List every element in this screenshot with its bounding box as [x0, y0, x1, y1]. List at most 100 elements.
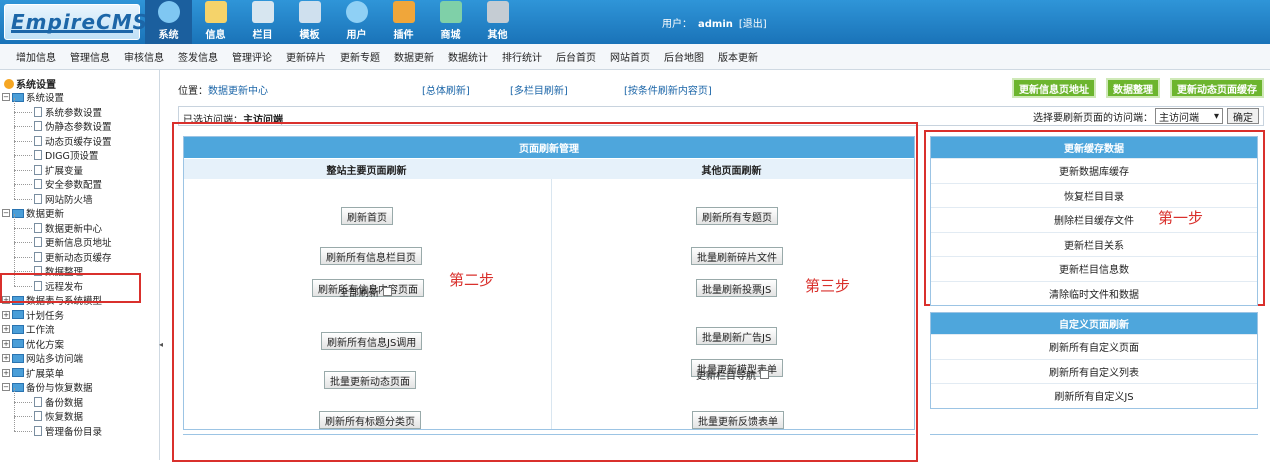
- action-link[interactable]: 刷新所有自定义列表: [931, 358, 1257, 384]
- quick-menu-item[interactable]: 增加信息: [16, 49, 56, 64]
- sidebar-link[interactable]: 恢复数据: [2, 402, 158, 424]
- action-link[interactable]: 恢复栏目目录: [931, 182, 1257, 208]
- folder-icon: [251, 1, 274, 23]
- sidebar-link[interactable]: 动态页缓存设置: [2, 126, 158, 149]
- expand-toggle-icon[interactable]: +: [2, 325, 10, 334]
- sidebar-link[interactable]: 网站防火墙: [2, 184, 158, 207]
- gear-icon: [486, 1, 509, 23]
- sidebar-folder[interactable]: + 工作流: [2, 322, 158, 337]
- nav-item-0[interactable]: 系统: [145, 0, 192, 44]
- document-icon: [34, 425, 42, 436]
- quick-menu-item[interactable]: 网站首页: [610, 49, 650, 64]
- shop-icon: [439, 1, 462, 23]
- chevron-down-icon: ▾: [1213, 110, 1219, 122]
- expand-toggle-icon[interactable]: −: [2, 383, 10, 392]
- edit-icon: [204, 1, 227, 23]
- refresh-button[interactable]: 批量刷新碎片文件: [691, 247, 783, 265]
- sidebar-link[interactable]: 系统参数设置: [2, 97, 158, 120]
- terminal-select[interactable]: 主访问端 ▾: [1155, 108, 1223, 124]
- nav-item-4[interactable]: 用户: [333, 0, 380, 44]
- refresh-all-checkbox[interactable]: 全部刷新: [339, 284, 392, 299]
- quick-menu-item[interactable]: 数据更新: [394, 49, 434, 64]
- folder-icon: [12, 324, 24, 334]
- refresh-button[interactable]: 刷新所有信息栏目页: [320, 247, 422, 265]
- action-link[interactable]: 更新数据库缓存: [931, 158, 1257, 183]
- breadcrumb-link[interactable]: 数据更新中心: [208, 86, 268, 97]
- quick-menu-item[interactable]: 管理评论: [232, 49, 272, 64]
- action-link[interactable]: 刷新所有自定义JS: [931, 383, 1257, 408]
- quick-menu-item[interactable]: 更新碎片: [286, 49, 326, 64]
- action-link[interactable]: 清除临时文件和数据: [931, 280, 1257, 306]
- quick-menu-item[interactable]: 审核信息: [124, 49, 164, 64]
- user-icon: [345, 1, 368, 23]
- action-link[interactable]: 删除栏目缓存文件: [931, 207, 1257, 232]
- sidebar-link[interactable]: 伪静态参数设置: [2, 112, 158, 134]
- nav-item-7[interactable]: 其他: [474, 0, 521, 44]
- multi-column-refresh-link[interactable]: [多栏目刷新]: [510, 82, 568, 97]
- sidebar-link[interactable]: 安全参数配置: [2, 170, 158, 192]
- expand-toggle-icon[interactable]: +: [2, 339, 10, 348]
- quick-menu-item[interactable]: 排行统计: [502, 49, 542, 64]
- nav-item-3[interactable]: 模板: [286, 0, 333, 44]
- refresh-button[interactable]: 批量刷新投票JS: [696, 279, 778, 297]
- update-column-nav-checkbox[interactable]: 更新栏目导航: [696, 367, 769, 382]
- quick-menu-item[interactable]: 后台首页: [556, 49, 596, 64]
- expand-toggle-icon[interactable]: +: [2, 310, 10, 319]
- expand-toggle-icon[interactable]: +: [2, 354, 10, 363]
- tools-icon: [392, 1, 415, 23]
- quick-menu-bar: 增加信息 管理信息 审核信息 签发信息 管理评论 更新碎片 更新专题 数据更新 数据统计 排行统计…: [0, 44, 1270, 70]
- sidebar-folder[interactable]: − 系统设置: [2, 90, 158, 105]
- expand-toggle-icon[interactable]: +: [2, 368, 10, 377]
- action-link[interactable]: 刷新所有自定义页面: [931, 334, 1257, 359]
- sidebar-folder[interactable]: − 数据更新: [2, 206, 158, 221]
- sidebar-folder[interactable]: + 扩展菜单: [2, 366, 158, 381]
- sidebar-link[interactable]: 管理备份目录: [2, 416, 158, 439]
- document-icon: [34, 222, 42, 233]
- update-info-url-button[interactable]: 更新信息页地址: [1012, 78, 1096, 98]
- action-link[interactable]: 更新栏目关系: [931, 231, 1257, 257]
- quick-menu-item[interactable]: 数据统计: [448, 49, 488, 64]
- sidebar-link[interactable]: 备份数据: [2, 387, 158, 410]
- refresh-button[interactable]: 批量刷新广告JS: [696, 327, 778, 345]
- data-cleanup-button[interactable]: 数据整理: [1106, 78, 1160, 98]
- sidebar-folder[interactable]: + 优化方案: [2, 337, 158, 352]
- update-dynamic-cache-button[interactable]: 更新动态页面缓存: [1170, 78, 1264, 98]
- document-icon: [34, 237, 42, 248]
- collapse-sidebar-icon[interactable]: ◂: [159, 340, 163, 349]
- confirm-button[interactable]: 确定: [1227, 108, 1259, 124]
- nav-item-6[interactable]: 商城: [427, 0, 474, 44]
- quick-menu-item[interactable]: 后台地图: [664, 49, 704, 64]
- conditional-refresh-link[interactable]: [按条件刷新内容页]: [624, 82, 712, 97]
- sidebar-link[interactable]: 数据更新中心: [2, 213, 158, 236]
- sidebar-link[interactable]: 扩展变量: [2, 155, 158, 178]
- refresh-button[interactable]: 刷新所有信息JS调用: [321, 332, 423, 350]
- nav-item-2[interactable]: 栏目: [239, 0, 286, 44]
- refresh-button[interactable]: 刷新所有专题页: [696, 207, 778, 225]
- refresh-button[interactable]: 刷新首页: [341, 207, 393, 225]
- quick-menu-item[interactable]: 签发信息: [178, 49, 218, 64]
- document-icon: [34, 135, 42, 146]
- sidebar-folder[interactable]: + 计划任务: [2, 308, 158, 323]
- nav-item-1[interactable]: 信息: [192, 0, 239, 44]
- expand-toggle-icon[interactable]: −: [2, 209, 10, 218]
- document-icon: [34, 179, 42, 190]
- nav-item-5[interactable]: 插件: [380, 0, 427, 44]
- user-label: 用户：: [662, 19, 692, 30]
- expand-toggle-icon[interactable]: −: [2, 93, 10, 102]
- logout-link[interactable]: [退出]: [739, 19, 767, 30]
- cache-update-box: 更新缓存数据 更新数据库缓存 恢复栏目目录 删除栏目缓存文件 更新栏目关系 更新栏目信息…: [930, 136, 1258, 306]
- quick-menu-item[interactable]: 管理信息: [70, 49, 110, 64]
- sidebar-link[interactable]: DIGG顶设置: [2, 141, 158, 163]
- refresh-button[interactable]: 刷新所有标题分类页: [319, 411, 421, 429]
- quick-menu-item[interactable]: 更新专题: [340, 49, 380, 64]
- quick-menu-item[interactable]: 版本更新: [718, 49, 758, 64]
- sidebar-folder[interactable]: + 网站多访问端: [2, 351, 158, 366]
- template-icon: [298, 1, 321, 23]
- refresh-button[interactable]: 批量更新动态页面: [324, 371, 416, 389]
- sidebar-link[interactable]: 更新动态页缓存: [2, 242, 158, 265]
- action-link[interactable]: 更新栏目信息数: [931, 256, 1257, 281]
- sidebar-folder[interactable]: − 备份与恢复数据: [2, 380, 158, 395]
- refresh-button[interactable]: 批量更新反馈表单: [692, 411, 784, 429]
- refresh-all-link[interactable]: [总体刷新]: [422, 82, 470, 97]
- sidebar-link[interactable]: 更新信息页地址: [2, 228, 158, 250]
